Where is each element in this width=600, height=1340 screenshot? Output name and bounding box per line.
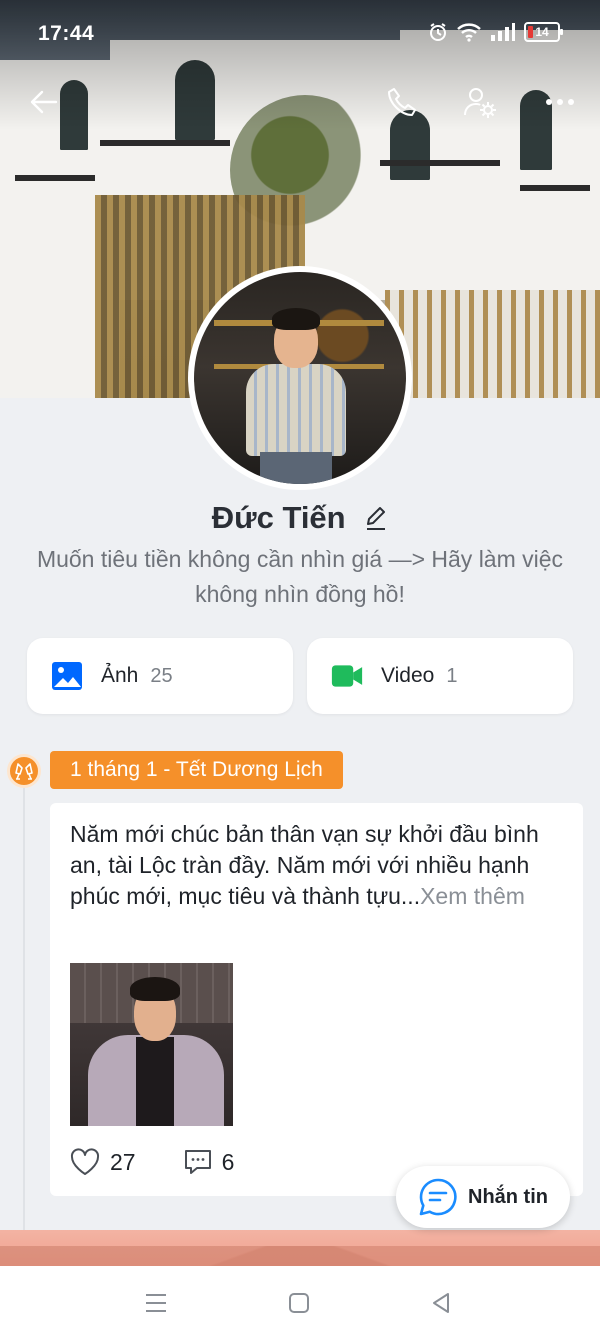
cover-balcony-rail <box>520 185 590 191</box>
video-icon <box>331 660 363 692</box>
status-icons: 14 <box>428 22 563 42</box>
videos-count: 1 <box>446 664 458 687</box>
status-bar: 17:44 14 <box>0 0 600 70</box>
cover-balcony-rail <box>15 175 95 181</box>
avatar-person-hair <box>272 308 320 330</box>
timeline-line <box>23 786 25 1266</box>
profile-name: Đức Tiến <box>211 500 346 535</box>
post-photo-hair <box>130 977 180 1001</box>
photos-card[interactable]: Ảnh 25 <box>27 638 293 714</box>
avatar-person-pants <box>260 452 332 484</box>
cover-fence <box>385 290 600 398</box>
triangle-back-icon <box>433 1293 449 1313</box>
next-post-preview <box>0 1230 600 1266</box>
photos-count: 25 <box>150 664 173 687</box>
event-tag[interactable]: 1 tháng 1 - Tết Dương Lịch <box>50 751 343 789</box>
arrow-left-icon <box>30 90 58 114</box>
avatar-person-shirt <box>246 364 346 456</box>
profile-bio: Muốn tiêu tiền không cần nhìn giá —> Hãy… <box>36 546 564 607</box>
event-tag-label: 1 tháng 1 - Tết Dương Lịch <box>70 758 323 781</box>
avatar[interactable] <box>188 266 412 490</box>
videos-label: Video <box>381 664 435 687</box>
more-horizontal-icon <box>546 99 574 105</box>
status-time: 17:44 <box>38 22 95 45</box>
wifi-icon <box>457 23 481 42</box>
message-button[interactable]: Nhắn tin <box>396 1166 570 1228</box>
post-photo[interactable] <box>70 963 233 1126</box>
profile-name-row: Đức Tiến <box>0 500 600 538</box>
more-options-button[interactable] <box>538 80 582 124</box>
comment-button[interactable]: 6 <box>184 1148 235 1176</box>
call-button[interactable] <box>380 80 424 124</box>
like-button[interactable]: 27 <box>70 1148 136 1176</box>
next-post-mountains <box>0 1246 600 1266</box>
comment-count: 6 <box>221 1148 235 1175</box>
like-count: 27 <box>110 1148 136 1175</box>
signal-icon <box>491 23 515 41</box>
user-gear-icon <box>464 88 496 118</box>
avatar-photo <box>194 272 406 484</box>
videos-card[interactable]: Video 1 <box>307 638 573 714</box>
battery-icon: 14 <box>524 22 563 42</box>
system-navigation-bar <box>0 1266 600 1340</box>
see-more-link[interactable]: Xem thêm <box>420 883 525 909</box>
photos-label: Ảnh <box>101 664 139 687</box>
battery-level: 14 <box>535 25 549 39</box>
alarm-icon <box>430 23 446 41</box>
phone-icon <box>388 88 416 116</box>
image-icon <box>51 660 83 692</box>
celebration-icon <box>7 754 41 788</box>
timeline-post[interactable]: Năm mới chúc bản thân vạn sự khởi đầu bì… <box>50 803 583 1196</box>
chat-bubble-icon <box>419 1178 457 1216</box>
recent-apps-button[interactable] <box>141 1288 171 1318</box>
post-text-block: Năm mới chúc bản thân vạn sự khởi đầu bì… <box>70 819 565 912</box>
back-button[interactable] <box>22 80 66 124</box>
home-button[interactable] <box>284 1288 314 1318</box>
comment-icon <box>184 1150 211 1174</box>
message-button-label: Nhắn tin <box>468 1185 548 1208</box>
back-nav-button[interactable] <box>426 1288 456 1318</box>
square-icon <box>289 1293 309 1313</box>
post-photo-shirt <box>136 1037 174 1126</box>
profile-settings-button[interactable] <box>458 80 502 124</box>
cover-balcony-rail <box>380 160 500 166</box>
menu-icon <box>146 1294 166 1312</box>
cover-balcony-rail <box>100 140 230 146</box>
heart-icon <box>70 1148 100 1175</box>
edit-name-button[interactable] <box>364 502 388 538</box>
pencil-icon <box>367 506 386 530</box>
